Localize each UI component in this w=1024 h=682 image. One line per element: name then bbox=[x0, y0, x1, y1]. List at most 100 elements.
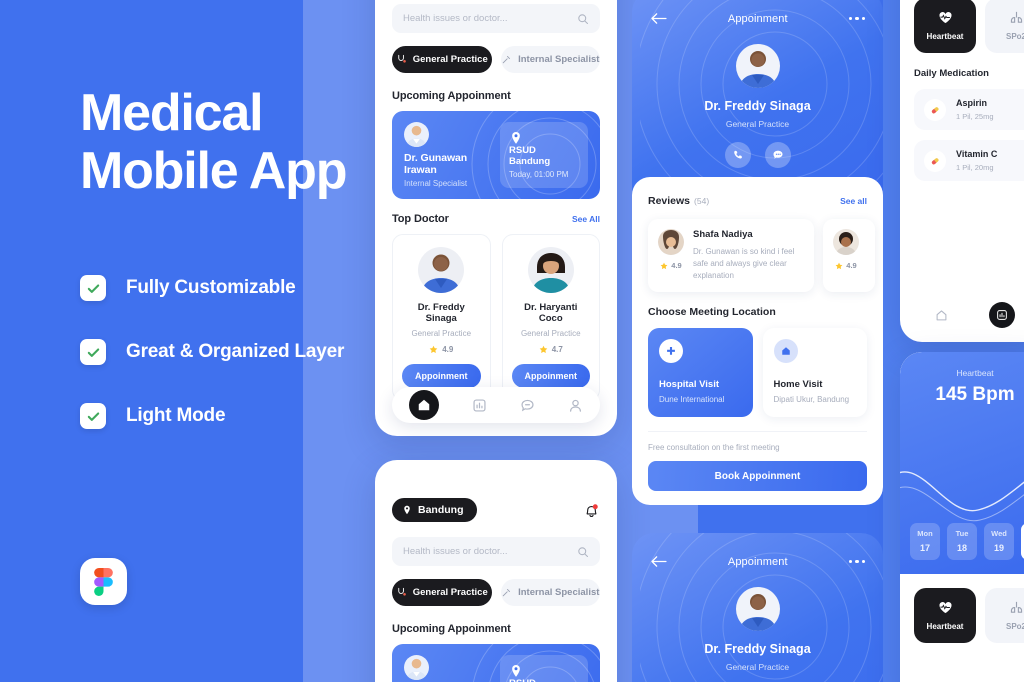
tab-chart[interactable] bbox=[989, 302, 1016, 328]
map-pin-icon bbox=[404, 505, 410, 515]
bottom-tab-bar bbox=[392, 387, 600, 423]
location-option-home[interactable]: Home Visit Dipati Ukur, Bandung bbox=[762, 328, 867, 417]
day-number: 19 bbox=[993, 543, 1004, 553]
phone-home-bottom: Bandung Health issues or doctor... Gener… bbox=[375, 460, 617, 682]
avatar bbox=[404, 655, 429, 680]
doctor-name: Dr. Freddy Sinaga bbox=[417, 302, 465, 324]
arrow-left-icon[interactable] bbox=[650, 12, 667, 25]
doctor-name: Dr. Haryanti Coco bbox=[524, 302, 578, 324]
phone-home-top: Health issues or doctor... General Pract… bbox=[375, 0, 617, 436]
doctor-card[interactable]: Dr. Freddy Sinaga General Practice 4.9 A… bbox=[392, 234, 491, 401]
book-appointment-button[interactable]: Book Appoinment bbox=[648, 461, 867, 491]
review-card[interactable]: 4.9 Shafa Nadiya Dr. Gunawan is so kind … bbox=[648, 219, 814, 292]
star-icon bbox=[539, 345, 548, 354]
map-pin-icon bbox=[512, 665, 520, 677]
location-label: Bandung bbox=[418, 504, 464, 516]
tab-home[interactable] bbox=[408, 390, 439, 420]
category-filter-row: General Practice Internal Specialist bbox=[392, 46, 600, 73]
pill-icon bbox=[924, 98, 946, 121]
review-rating-value: 4.9 bbox=[671, 261, 682, 270]
appointment-button[interactable]: Appoinment bbox=[511, 364, 590, 388]
reviews-list: 4.9 Shafa Nadiya Dr. Gunawan is so kind … bbox=[648, 219, 875, 292]
tab-profile[interactable] bbox=[568, 398, 583, 413]
medication-item[interactable]: Vitamin C 1 Pil, 20mg bbox=[914, 140, 1024, 181]
top-doctor-title: Top Doctor bbox=[392, 213, 449, 225]
message-button[interactable] bbox=[764, 142, 791, 168]
reviews-see-all[interactable]: See all bbox=[840, 196, 867, 206]
appointment-place-name: RSUD Bandung bbox=[509, 678, 579, 682]
upcoming-appointment-card[interactable]: Dr. Gunawan Irawan Internal Specialist R… bbox=[392, 111, 600, 199]
upcoming-appointment-card[interactable]: Dr. Gunawan Irawan Internal Specialist R… bbox=[392, 644, 600, 682]
poster-canvas: Medical Mobile App Fully Customizable Gr… bbox=[0, 0, 1024, 682]
detail-hero: Appoinment Dr. Freddy Sinaga General Pra… bbox=[632, 533, 883, 682]
health-body: Heartbeat SPo2 Daily Medication Aspirin … bbox=[900, 0, 1024, 181]
check-icon bbox=[80, 403, 106, 429]
category-internal-specialist[interactable]: Internal Specialist bbox=[500, 46, 600, 73]
day-chip-wed[interactable]: Wed 19 bbox=[984, 523, 1014, 560]
day-number: 17 bbox=[919, 543, 930, 553]
mode-label: Heartbeat bbox=[926, 32, 964, 41]
bell-icon[interactable] bbox=[583, 502, 600, 519]
feature-item: Light Mode bbox=[80, 403, 344, 429]
category-general-practice[interactable]: General Practice bbox=[392, 46, 492, 73]
mode-heartbeat[interactable]: Heartbeat bbox=[914, 588, 976, 643]
medication-item[interactable]: Aspirin 1 Pil, 25mg bbox=[914, 89, 1024, 130]
day-chip-tue[interactable]: Tue 18 bbox=[947, 523, 977, 560]
location-option-hospital[interactable]: Hospital Visit Dune International bbox=[648, 328, 753, 417]
avatar bbox=[735, 587, 780, 631]
review-rating: 4.9 bbox=[835, 261, 857, 270]
call-button[interactable] bbox=[724, 142, 751, 168]
syringe-icon bbox=[502, 589, 511, 597]
category-general-practice[interactable]: General Practice bbox=[392, 579, 492, 606]
mode-spo2[interactable]: SPo2 bbox=[985, 0, 1024, 53]
category-label: Internal Specialist bbox=[518, 587, 600, 598]
avatar bbox=[418, 247, 465, 293]
review-text: Dr. Gunawan is so kind i feel safe and a… bbox=[693, 247, 795, 280]
tab-home[interactable] bbox=[935, 309, 948, 322]
booking-zone: Free consultation on the first meeting B… bbox=[648, 431, 867, 505]
search-input[interactable]: Health issues or doctor... bbox=[392, 4, 600, 33]
medication-name: Vitamin C bbox=[956, 149, 998, 159]
tab-chat[interactable] bbox=[520, 398, 535, 413]
review-card[interactable]: 4.9 bbox=[823, 219, 875, 292]
feature-label: Great & Organized Layer bbox=[126, 341, 345, 362]
phone-health-bottom: Heartbeat 145 Bpm Mon 17 Tue 18 Wed 19 H… bbox=[900, 352, 1024, 682]
feature-item: Great & Organized Layer bbox=[80, 339, 344, 365]
feature-item: Fully Customizable bbox=[80, 275, 344, 301]
mode-heartbeat[interactable]: Heartbeat bbox=[914, 0, 976, 53]
avatar bbox=[527, 247, 574, 293]
tab-chart[interactable] bbox=[472, 398, 487, 413]
category-label: General Practice bbox=[412, 587, 488, 598]
review-meta: 4.9 bbox=[833, 229, 859, 282]
arrow-left-icon[interactable] bbox=[650, 555, 667, 568]
feature-label: Fully Customizable bbox=[126, 277, 296, 298]
feature-label: Light Mode bbox=[126, 405, 226, 426]
mode-label: SPo2 bbox=[1005, 32, 1024, 41]
heartbeat-icon bbox=[938, 12, 952, 24]
location-sub: Dune International bbox=[659, 395, 725, 404]
category-internal-specialist[interactable]: Internal Specialist bbox=[500, 579, 600, 606]
appointment-button[interactable]: Appoinment bbox=[402, 364, 481, 388]
doctor-card[interactable]: Dr. Haryanti Coco General Practice 4.7 A… bbox=[501, 234, 600, 401]
feature-list: Fully Customizable Great & Organized Lay… bbox=[80, 275, 344, 467]
hero-text-block: Medical Mobile App bbox=[80, 84, 380, 200]
medication-dose: 1 Pil, 25mg bbox=[956, 112, 994, 121]
avatar bbox=[833, 229, 859, 255]
doctor-rating-value: 4.9 bbox=[442, 345, 454, 354]
search-input[interactable]: Health issues or doctor... bbox=[392, 537, 600, 566]
star-icon bbox=[660, 262, 668, 269]
location-pill[interactable]: Bandung bbox=[392, 498, 477, 522]
day-chip-mon[interactable]: Mon 17 bbox=[910, 523, 940, 560]
lungs-icon bbox=[1010, 601, 1022, 613]
lungs-icon bbox=[1010, 11, 1022, 23]
detail-doctor-specialty: General Practice bbox=[725, 662, 790, 672]
day-number: 18 bbox=[956, 543, 967, 553]
see-all-link[interactable]: See All bbox=[572, 214, 600, 224]
more-dots-icon[interactable] bbox=[848, 16, 865, 21]
hero-title-line1: Medical bbox=[80, 84, 264, 142]
more-dots-icon[interactable] bbox=[848, 559, 865, 564]
search-placeholder: Health issues or doctor... bbox=[403, 13, 508, 24]
star-icon bbox=[835, 262, 843, 269]
mode-spo2[interactable]: SPo2 bbox=[985, 588, 1024, 643]
appointment-place-name: RSUD Bandung bbox=[509, 145, 551, 167]
